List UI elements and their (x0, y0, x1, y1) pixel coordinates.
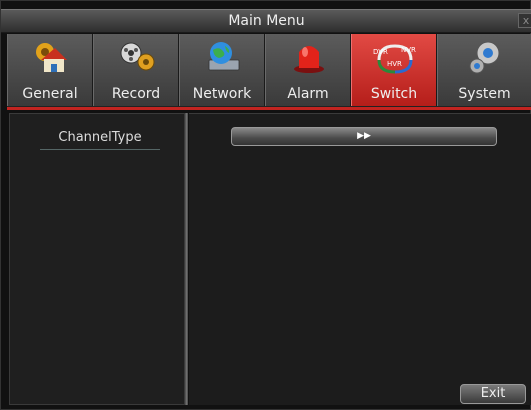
channel-type-switch-button[interactable]: ▶▶ (231, 127, 497, 146)
tab-alarm[interactable]: Alarm (265, 34, 351, 106)
tab-underline (7, 107, 531, 110)
tab-general-label: General (22, 86, 78, 102)
dvr-text: DVR (373, 48, 388, 56)
dvr-nvr-hvr-switch-icon: DVR NVR HVR (373, 44, 416, 74)
tab-network[interactable]: Network (179, 34, 265, 106)
house-gear-icon (36, 43, 67, 72)
main-menu-window: Main Menu x General Record Network Alarm… (0, 0, 531, 410)
title-bar: Main Menu x (1, 9, 531, 33)
hvr-text: HVR (387, 60, 402, 68)
tab-network-label: Network (192, 86, 252, 102)
tab-system[interactable]: System (437, 34, 531, 106)
gears-icon (469, 41, 500, 74)
channel-type-item[interactable]: ChannelType (40, 130, 160, 150)
tab-switch[interactable]: DVR NVR HVR Switch (351, 34, 437, 106)
tab-record[interactable]: Record (93, 34, 179, 106)
tab-general[interactable]: General (7, 34, 93, 106)
tab-alarm-label: Alarm (287, 86, 329, 102)
exit-button[interactable]: Exit (460, 384, 526, 404)
alarm-siren-icon (294, 46, 324, 73)
tab-switch-label: Switch (370, 86, 418, 102)
tab-record-label: Record (111, 86, 161, 102)
nvr-text: NVR (401, 46, 416, 54)
left-panel: ChannelType (9, 113, 185, 405)
film-reels-icon (120, 42, 155, 71)
tab-system-label: System (458, 86, 511, 102)
right-panel: ▶▶ Exit (189, 113, 531, 405)
close-button[interactable]: x (518, 13, 531, 28)
window-title: Main Menu (228, 13, 305, 29)
panel-divider (185, 113, 188, 405)
globe-laptop-icon (208, 42, 240, 71)
tab-bar: General Record Network Alarm DVR NVR HVR… (7, 34, 531, 108)
